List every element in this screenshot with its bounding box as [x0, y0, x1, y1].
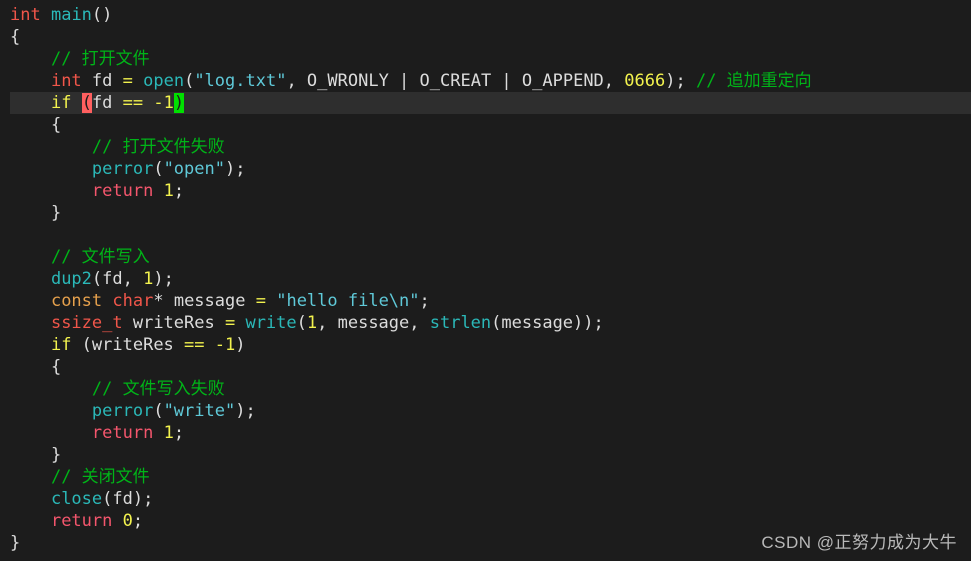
code-editor[interactable]: int main() { // 打开文件 int fd = open("log.…: [0, 0, 971, 561]
token-number: 1: [163, 181, 174, 201]
token-string: "hello file\n": [276, 291, 420, 311]
token-comment: // 文件写入失败: [91, 379, 225, 399]
code-line[interactable]: }: [0, 202, 971, 224]
csdn-watermark: CSDN @正努力成为大牛: [761, 533, 957, 552]
token-keyword-return: return: [91, 181, 154, 201]
code-line[interactable]: {: [0, 26, 971, 48]
token-keyword-if: if: [50, 93, 72, 113]
token-punct: (): [91, 5, 113, 25]
token-type: int: [50, 71, 82, 91]
token-identifier: fd: [91, 93, 123, 113]
token-number: 1: [306, 313, 318, 333]
token-macro: O_WRONLY: [306, 71, 389, 91]
token-string: "log.txt": [194, 71, 287, 91]
token-operator: =: [224, 313, 236, 333]
token-function: close: [50, 489, 103, 509]
token-keyword-return: return: [91, 423, 154, 443]
token-identifier: fd: [81, 71, 123, 91]
bracket-match-close: ): [173, 93, 185, 113]
code-content[interactable]: int main() { // 打开文件 int fd = open("log.…: [0, 0, 971, 554]
token-identifier: writeRes: [122, 313, 225, 333]
token-comment: // 打开文件: [50, 49, 150, 69]
token-identifier: fd,: [102, 269, 144, 289]
code-line-blank[interactable]: [0, 224, 971, 246]
code-line[interactable]: int main(): [0, 4, 971, 26]
code-line-current[interactable]: if (fd == -1): [10, 92, 971, 114]
code-line[interactable]: {: [0, 114, 971, 136]
token-brace: {: [50, 357, 62, 377]
code-line[interactable]: return 1;: [0, 422, 971, 444]
token-comment: // 关闭文件: [50, 467, 150, 487]
token-brace: }: [50, 203, 62, 223]
token-string: "open": [163, 159, 225, 179]
token-macro: O_APPEND: [521, 71, 604, 91]
token-brace: {: [10, 27, 21, 47]
code-line[interactable]: ssize_t writeRes = write(1, message, str…: [0, 312, 971, 334]
token-brace: {: [50, 115, 62, 135]
code-line[interactable]: // 文件写入: [0, 246, 971, 268]
code-line[interactable]: return 1;: [0, 180, 971, 202]
token-number: 1: [225, 335, 236, 355]
token-number: 1: [163, 93, 174, 113]
token-function: main: [50, 5, 92, 25]
code-line[interactable]: {: [0, 356, 971, 378]
token-type: int: [10, 5, 41, 25]
token-function: write: [235, 313, 297, 333]
token-brace: }: [50, 445, 62, 465]
token-function: dup2: [50, 269, 92, 289]
token-keyword-const: const: [50, 291, 103, 311]
token-keyword-if: if: [50, 335, 72, 355]
token-number: 1: [163, 423, 174, 443]
token-identifier: fd: [112, 489, 133, 509]
code-line[interactable]: // 打开文件失败: [0, 136, 971, 158]
code-line[interactable]: perror("write");: [0, 400, 971, 422]
token-operator: ==: [184, 335, 205, 355]
token-operator-minus: -: [153, 93, 164, 113]
token-type: char: [112, 291, 154, 311]
token-operator: =: [122, 71, 133, 91]
bracket-match-open: (: [81, 93, 92, 113]
code-line[interactable]: }: [0, 444, 971, 466]
token-number: 0: [122, 511, 133, 531]
token-operator: =: [255, 291, 266, 311]
code-line[interactable]: close(fd);: [0, 488, 971, 510]
token-operator-minus: -: [214, 335, 226, 355]
token-comment: // 打开文件失败: [91, 137, 225, 157]
code-line[interactable]: const char* message = "hello file\n";: [0, 290, 971, 312]
token-function: perror: [91, 401, 154, 421]
token-function: open: [132, 71, 185, 91]
token-function: perror: [91, 159, 154, 179]
token-comment: // 追加重定向: [685, 71, 812, 91]
token-operator: ==: [122, 93, 144, 113]
token-type: ssize_t: [50, 313, 123, 333]
token-pointer-star: *: [153, 291, 164, 311]
code-line[interactable]: perror("open");: [0, 158, 971, 180]
token-number: 0666: [624, 71, 666, 91]
code-line[interactable]: dup2(fd, 1);: [0, 268, 971, 290]
code-line[interactable]: // 文件写入失败: [0, 378, 971, 400]
token-function: strlen: [429, 313, 492, 333]
token-keyword-return: return: [50, 511, 113, 531]
token-comment: // 文件写入: [50, 247, 150, 267]
token-number: 1: [143, 269, 154, 289]
token-brace: }: [10, 533, 21, 553]
token-string: "write": [163, 401, 236, 421]
code-line[interactable]: // 关闭文件: [0, 466, 971, 488]
code-line[interactable]: int fd = open("log.txt", O_WRONLY | O_CR…: [0, 70, 971, 92]
token-macro: O_CREAT: [419, 71, 492, 91]
code-line[interactable]: if (writeRes == -1): [0, 334, 971, 356]
code-line[interactable]: // 打开文件: [0, 48, 971, 70]
token-identifier: message: [163, 291, 256, 311]
